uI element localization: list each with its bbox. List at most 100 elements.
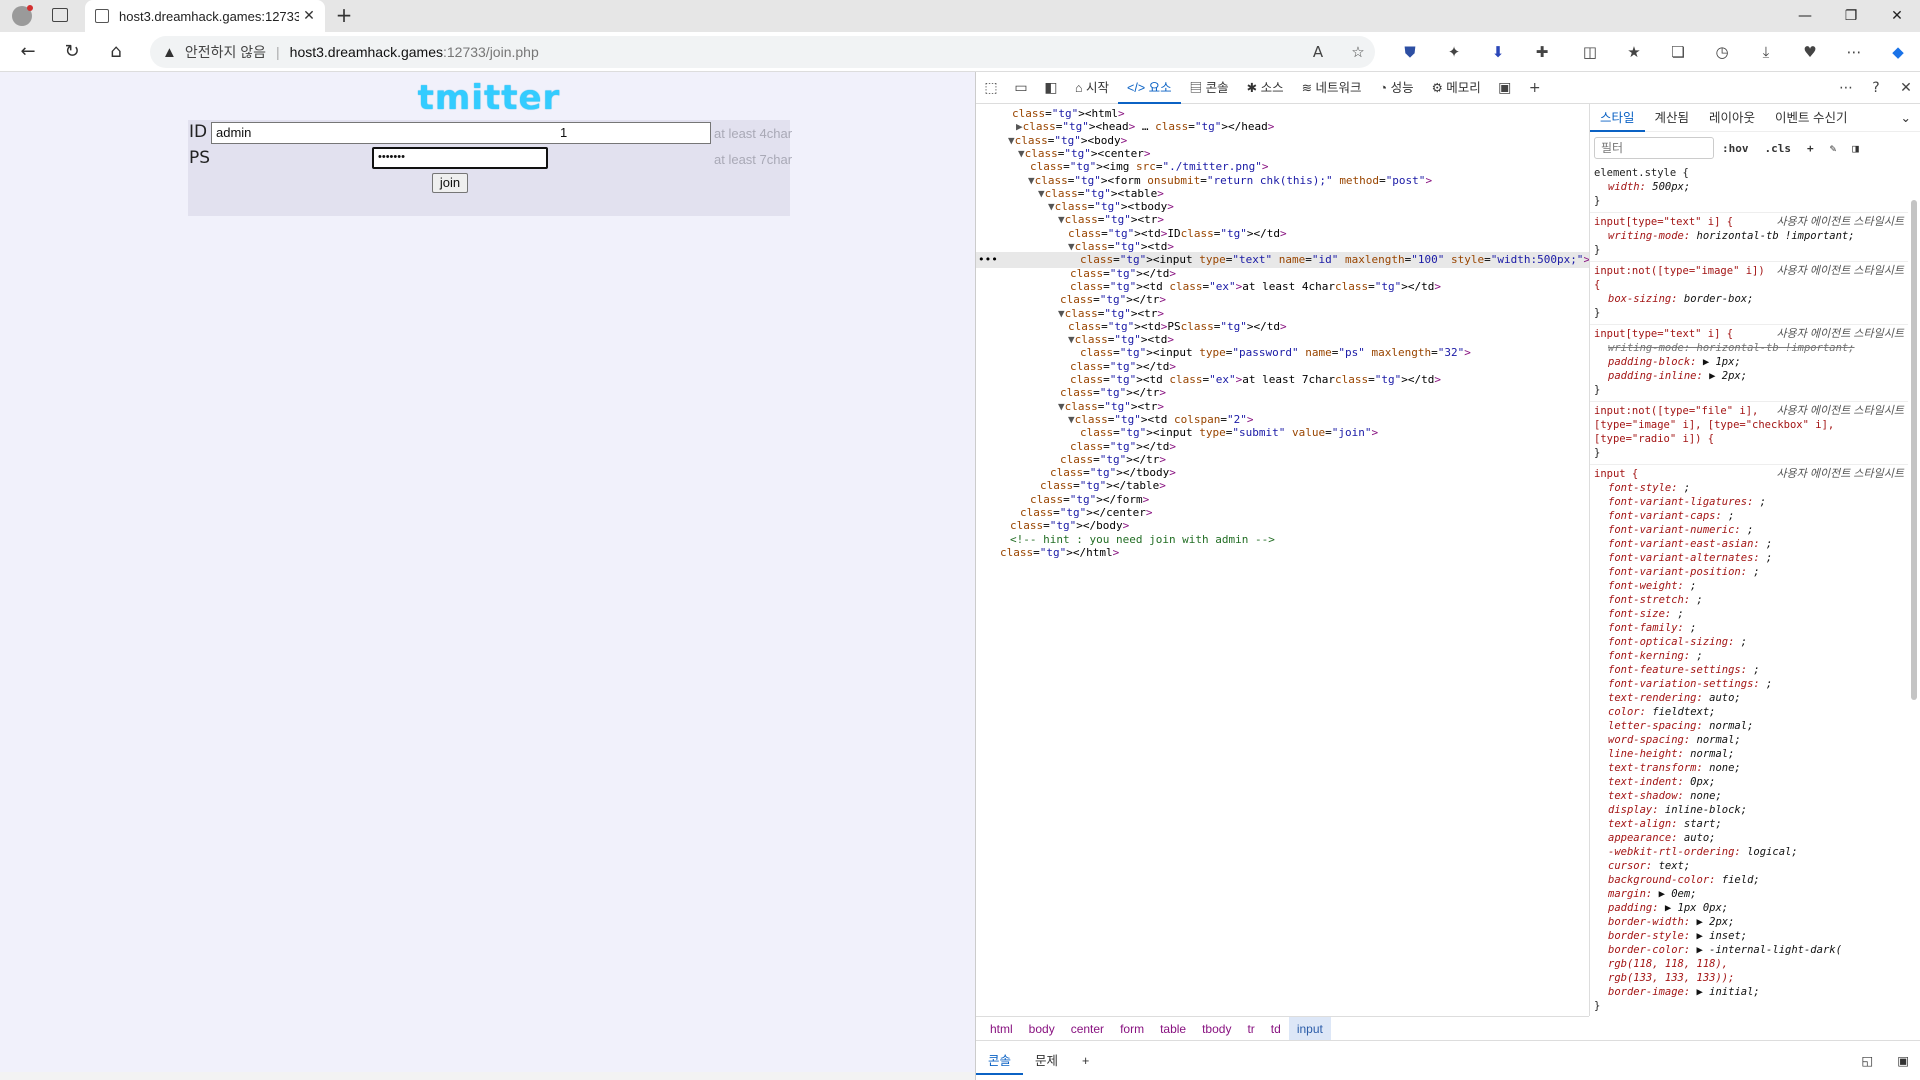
- css-property[interactable]: width: 500px;: [1594, 180, 1904, 194]
- css-property[interactable]: font-variant-ligatures: ;: [1594, 495, 1904, 509]
- css-property[interactable]: font-family: ;: [1594, 621, 1904, 635]
- home-icon[interactable]: ⌂: [104, 40, 128, 64]
- css-property[interactable]: font-variant-east-asian: ;: [1594, 537, 1904, 551]
- node-more-icon[interactable]: •••: [978, 252, 998, 268]
- drawer-tab-issues[interactable]: 문제: [1023, 1047, 1070, 1075]
- toggle-sidebar-icon[interactable]: ◨: [1844, 142, 1867, 155]
- css-property[interactable]: writing-mode: horizontal-tb !important;: [1594, 229, 1904, 243]
- css-property[interactable]: appearance: auto;: [1594, 831, 1904, 845]
- css-property[interactable]: background-color: field;: [1594, 873, 1904, 887]
- split-screen-icon[interactable]: ◫: [1580, 42, 1600, 62]
- performance-icon[interactable]: ♥: [1800, 42, 1820, 62]
- css-property[interactable]: font-variant-numeric: ;: [1594, 523, 1904, 537]
- css-rule[interactable]: element.style {width: 500px;}: [1590, 164, 1908, 213]
- breadcrumb-item[interactable]: tr: [1239, 1017, 1262, 1041]
- css-rule[interactable]: 사용자 에이전트 스타일시트 input {font-style: ; font-v…: [1590, 465, 1908, 1016]
- css-property[interactable]: padding-inline: ▶ 2px;: [1594, 369, 1904, 383]
- css-property[interactable]: font-variation-settings: ;: [1594, 677, 1904, 691]
- devtools-tab-console[interactable]: ▤ 콘솔: [1181, 72, 1238, 104]
- new-tab-button[interactable]: +: [332, 4, 356, 28]
- css-property[interactable]: margin: ▶ 0em;: [1594, 887, 1904, 901]
- styles-tab-event-listeners[interactable]: 이벤트 수신기: [1765, 104, 1857, 132]
- devtools-tab-elements[interactable]: </> 요소: [1118, 72, 1181, 104]
- favorite-star-icon[interactable]: ☆: [1348, 42, 1368, 62]
- devtools-more-icon[interactable]: ⋯: [1831, 80, 1861, 96]
- ps-input[interactable]: •••••••: [372, 147, 548, 169]
- close-window-button[interactable]: ✕: [1874, 0, 1920, 32]
- favorites-icon[interactable]: ★: [1624, 42, 1644, 62]
- css-property[interactable]: box-sizing: border-box;: [1594, 292, 1904, 306]
- tab-actions-icon[interactable]: [52, 8, 68, 22]
- css-property[interactable]: font-size: ;: [1594, 607, 1904, 621]
- css-property[interactable]: text-indent: 0px;: [1594, 775, 1904, 789]
- dom-node-selected[interactable]: class="tg"><input type="text" name="id" …: [976, 252, 1589, 269]
- paint-icon[interactable]: ✎: [1822, 142, 1845, 155]
- breadcrumb-item[interactable]: body: [1021, 1017, 1063, 1041]
- breadcrumb-item[interactable]: tbody: [1194, 1017, 1239, 1041]
- chevron-down-icon[interactable]: ⌄: [1891, 104, 1920, 132]
- tab-close-icon[interactable]: ✕: [299, 8, 319, 24]
- devtools-tab-sources[interactable]: ✱ 소스: [1238, 72, 1293, 104]
- inspect-element-icon[interactable]: ⬚: [976, 80, 1006, 96]
- css-property[interactable]: border-style: ▶ inset;: [1594, 929, 1904, 943]
- css-property[interactable]: border-image: ▶ initial;: [1594, 985, 1904, 999]
- drawer-dock-icon[interactable]: ◱: [1849, 1047, 1885, 1075]
- drawer-tab-console[interactable]: 콘솔: [976, 1047, 1024, 1075]
- css-rule[interactable]: 사용자 에이전트 스타일시트 input[type="text" i] {writ…: [1590, 213, 1908, 262]
- device-toolbar-icon[interactable]: ▭: [1006, 80, 1036, 96]
- shield-extension-icon[interactable]: ⛊: [1400, 42, 1420, 62]
- drawer-add-icon[interactable]: +: [1070, 1047, 1101, 1075]
- back-icon[interactable]: ←: [16, 40, 40, 64]
- new-rule-icon[interactable]: +: [1799, 142, 1822, 155]
- css-rule[interactable]: 사용자 에이전트 스타일시트 input:not([type="file" i],…: [1590, 402, 1908, 465]
- breadcrumb-item[interactable]: input: [1288, 1016, 1331, 1041]
- css-property[interactable]: letter-spacing: normal;: [1594, 719, 1904, 733]
- application-icon[interactable]: ▣: [1490, 80, 1520, 96]
- extension-icon[interactable]: ✦: [1444, 42, 1464, 62]
- downloads-icon[interactable]: ⤓: [1756, 42, 1776, 62]
- css-property[interactable]: writing-mode: horizontal-tb !important;: [1594, 341, 1904, 355]
- css-property[interactable]: rgb(133, 133, 133));: [1594, 971, 1904, 985]
- more-tools-plus-icon[interactable]: +: [1520, 80, 1550, 96]
- hover-state-button[interactable]: :hov: [1714, 142, 1757, 155]
- styles-filter-input[interactable]: [1594, 137, 1714, 159]
- styles-tab-computed[interactable]: 계산됨: [1645, 104, 1700, 132]
- dom-tree[interactable]: class="tg"><html> ▶class="tg"><head> … cl…: [976, 104, 1589, 1019]
- css-property[interactable]: text-shadow: none;: [1594, 789, 1904, 803]
- warning-icon[interactable]: ▲: [162, 44, 177, 61]
- css-property[interactable]: font-feature-settings: ;: [1594, 663, 1904, 677]
- devtools-tab-performance[interactable]: ◔ 성능: [1371, 72, 1423, 104]
- browser-tab[interactable]: host3.dreamhack.games:12733/j ✕: [85, 0, 325, 32]
- devtools-tab-welcome[interactable]: ⌂ 시작: [1066, 72, 1118, 104]
- close-devtools-icon[interactable]: ✕: [1891, 80, 1920, 96]
- puzzle-extensions-icon[interactable]: ✚: [1532, 42, 1552, 62]
- css-property[interactable]: font-weight: ;: [1594, 579, 1904, 593]
- css-rule[interactable]: 사용자 에이전트 스타일시트 input:not([type="image" i]…: [1590, 262, 1908, 325]
- download-extension-icon[interactable]: ⬇: [1488, 42, 1508, 62]
- css-property[interactable]: font-variant-position: ;: [1594, 565, 1904, 579]
- css-property[interactable]: text-rendering: auto;: [1594, 691, 1904, 705]
- css-property[interactable]: padding: ▶ 1px 0px;: [1594, 901, 1904, 915]
- css-property[interactable]: text-transform: none;: [1594, 761, 1904, 775]
- styles-tab-layout[interactable]: 레이아웃: [1699, 104, 1765, 132]
- dock-icon[interactable]: ◧: [1036, 80, 1066, 96]
- refresh-icon[interactable]: ↻: [60, 40, 84, 64]
- css-property[interactable]: text-align: start;: [1594, 817, 1904, 831]
- css-property[interactable]: padding-block: ▶ 1px;: [1594, 355, 1904, 369]
- minimize-button[interactable]: —: [1782, 0, 1828, 32]
- breadcrumb-item[interactable]: table: [1152, 1017, 1194, 1041]
- copilot-icon[interactable]: ◆: [1888, 42, 1908, 62]
- address-bar[interactable]: ▲ 안전하지 않음 | host3.dreamhack.games:12733/…: [150, 36, 1375, 68]
- css-property[interactable]: font-stretch: ;: [1594, 593, 1904, 607]
- css-property[interactable]: font-variant-caps: ;: [1594, 509, 1904, 523]
- class-toggle-button[interactable]: .cls: [1757, 142, 1800, 155]
- css-property[interactable]: rgb(118, 118, 118),: [1594, 957, 1904, 971]
- breadcrumb-item[interactable]: td: [1263, 1017, 1289, 1041]
- breadcrumb-item[interactable]: form: [1112, 1017, 1152, 1041]
- join-button[interactable]: join: [432, 173, 468, 193]
- read-aloud-icon[interactable]: A: [1308, 42, 1328, 62]
- help-icon[interactable]: ?: [1861, 80, 1891, 96]
- css-property[interactable]: border-width: ▶ 2px;: [1594, 915, 1904, 929]
- css-rule[interactable]: 사용자 에이전트 스타일시트 input[type="text" i] {writ…: [1590, 325, 1908, 402]
- css-property[interactable]: font-style: ;: [1594, 481, 1904, 495]
